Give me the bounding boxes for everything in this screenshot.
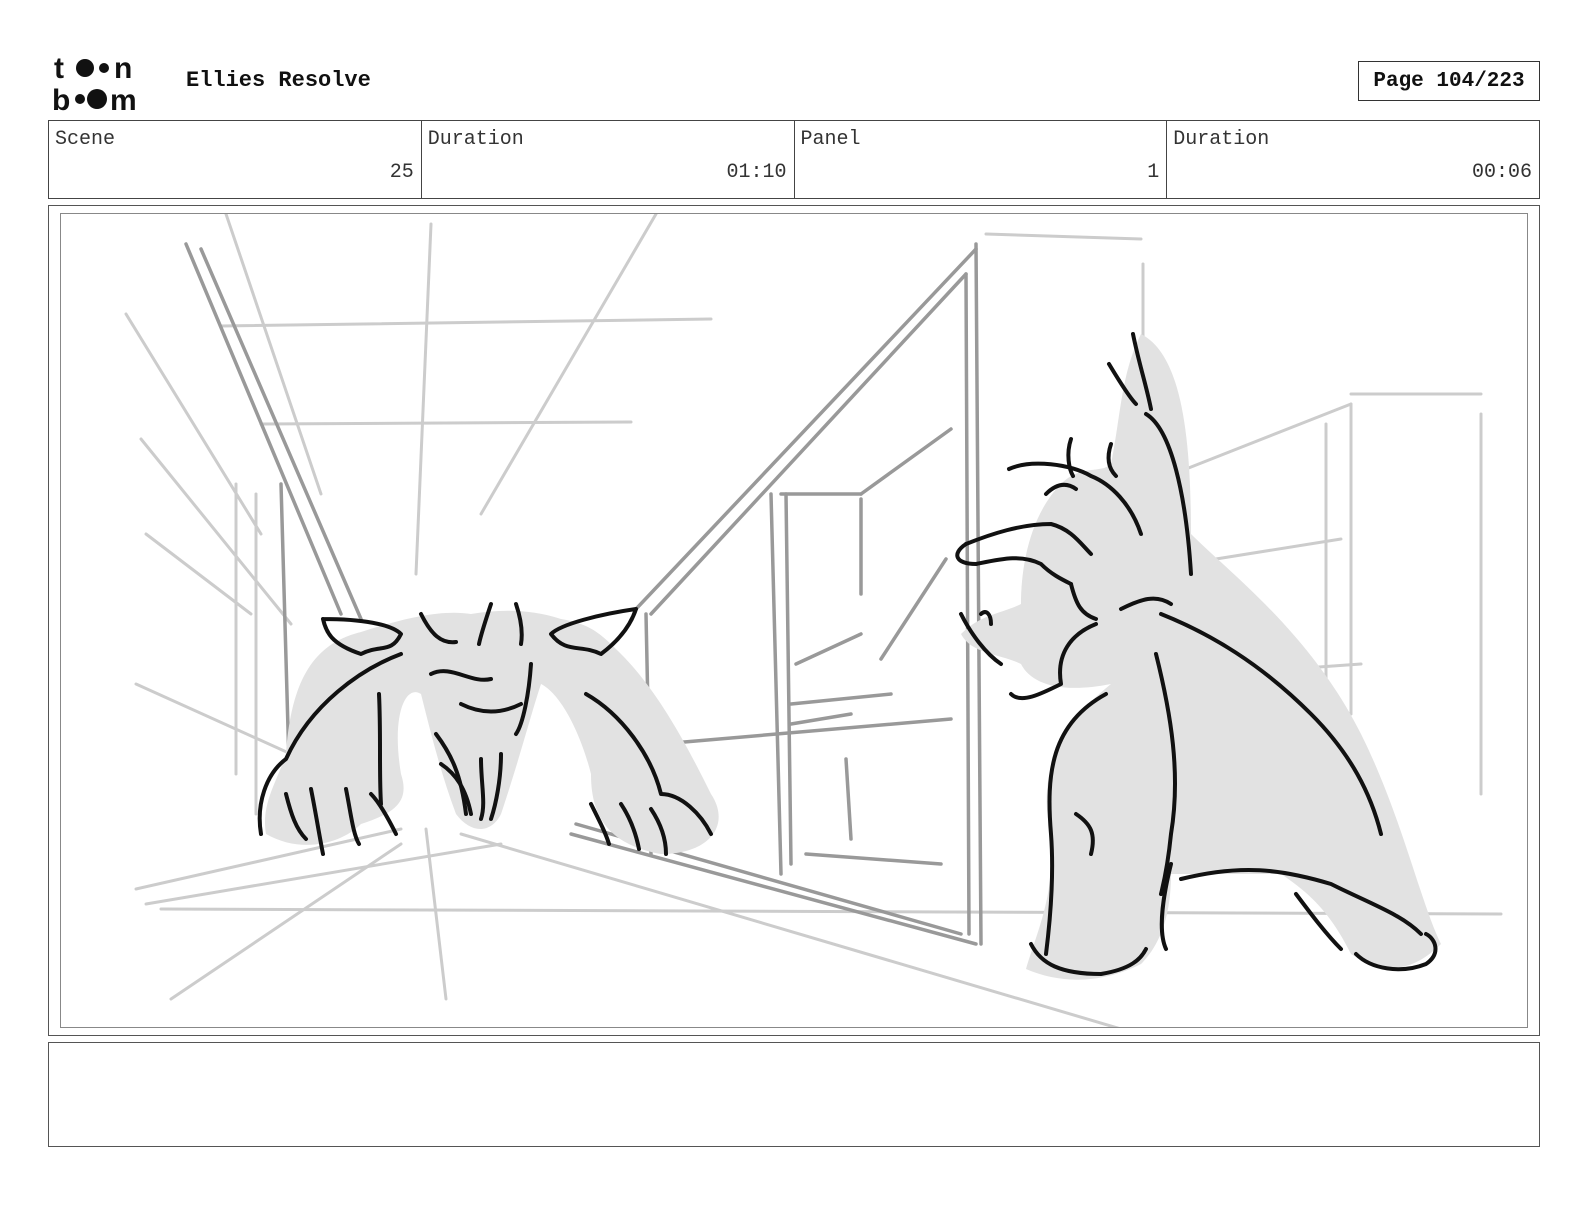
panel-image [60,213,1528,1028]
storyboard-sketch [124,214,1503,1027]
panel-cell: Panel 1 [795,121,1168,198]
panel-duration-value: 00:06 [1471,161,1532,184]
scene-value: 25 [389,161,414,184]
panel-duration-label: Duration [1173,128,1270,151]
gargoyle-figure [257,602,719,856]
svg-text:b: b [52,84,70,114]
scene-duration-label: Duration [427,128,524,151]
toon-boom-logo: t n b m [52,52,137,114]
scene-duration-value: 01:10 [726,161,787,184]
svg-text:n: n [114,52,132,85]
panel-notes [48,1042,1540,1147]
scene-label: Scene [55,128,116,151]
page-number: Page 104/223 [1358,61,1540,101]
panel-label: Panel [800,128,861,151]
scene-info-row: Scene 25 Duration 01:10 Panel 1 Duration… [48,120,1540,199]
scene-duration-cell: Duration 01:10 [422,121,795,198]
document-title: Ellies Resolve [186,68,371,93]
scene-cell: Scene 25 [49,121,422,198]
panel-value: 1 [1147,161,1160,184]
svg-text:m: m [110,84,137,114]
panel-duration-cell: Duration 00:06 [1167,121,1539,198]
fox-character [955,332,1441,980]
svg-text:t: t [54,52,64,85]
